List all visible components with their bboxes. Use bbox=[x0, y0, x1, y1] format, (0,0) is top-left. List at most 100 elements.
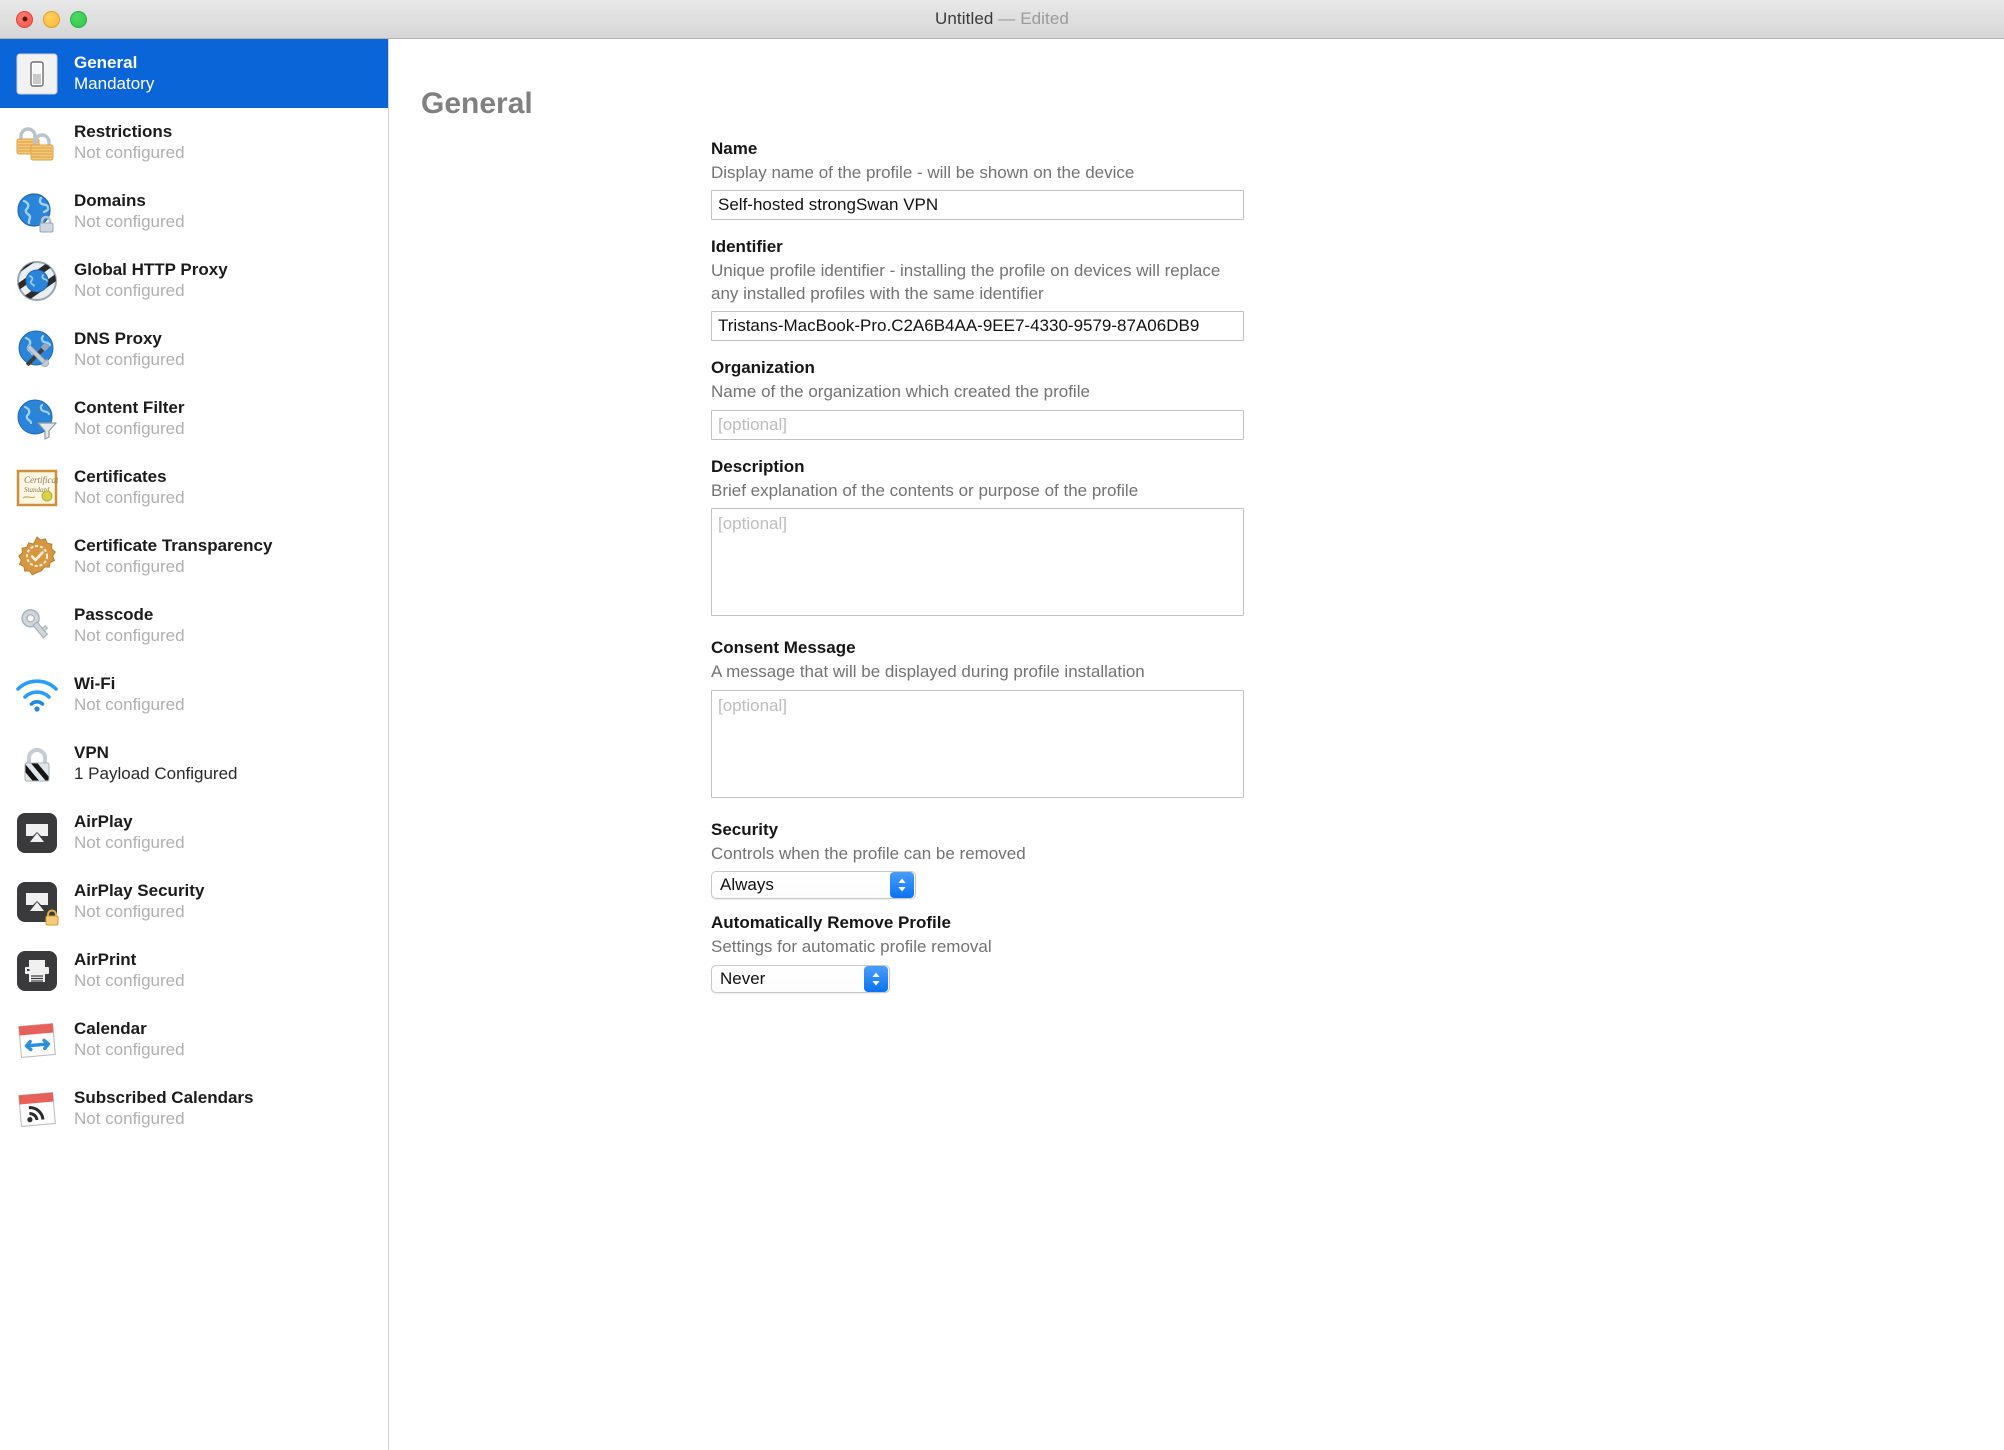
window-title: Untitled — Edited bbox=[0, 9, 2004, 29]
sidebar-item-text: AirPrint Not configured bbox=[74, 950, 185, 991]
globe-lock-icon bbox=[14, 189, 60, 235]
sidebar-item-status: Not configured bbox=[74, 694, 185, 714]
calendar-rss-icon bbox=[14, 1086, 60, 1132]
security-help: Controls when the profile can be removed bbox=[711, 843, 1026, 863]
auto-remove-help: Settings for automatic profile removal bbox=[711, 937, 992, 957]
field-auto-remove-profile: Automatically Remove Profile Settings fo… bbox=[711, 913, 1245, 993]
sidebar-item-status: Not configured bbox=[74, 1108, 185, 1128]
sidebar-item-status: Not configured bbox=[74, 556, 185, 576]
sidebar-item-status: Mandatory bbox=[74, 73, 155, 93]
sidebar-item-label: Global HTTP Proxy bbox=[74, 259, 228, 279]
sidebar-item-dns-proxy[interactable]: DNS Proxy Not configured bbox=[0, 315, 388, 384]
organization-input[interactable]: [optional] bbox=[711, 409, 1244, 440]
description-label: Description bbox=[711, 456, 805, 476]
sidebar-item-text: VPN 1 Payload Configured bbox=[74, 743, 238, 784]
sidebar-item-label: Certificates bbox=[74, 466, 167, 486]
globe-tools-icon bbox=[14, 327, 60, 373]
certificate-icon: Certificate Standard bbox=[14, 465, 60, 511]
sidebar-item-global-http-proxy[interactable]: Global HTTP Proxy Not configured bbox=[0, 246, 388, 315]
sidebar-item-label: Subscribed Calendars bbox=[74, 1087, 254, 1107]
general-panel: General Name Display name of the profile… bbox=[389, 39, 2004, 1450]
sidebar-item-text: Calendar Not configured bbox=[74, 1019, 185, 1060]
airprint-icon bbox=[14, 948, 60, 994]
wifi-icon bbox=[14, 672, 60, 718]
sidebar-item-certificate-transparency[interactable]: Certificate Transparency Not configured bbox=[0, 522, 388, 591]
sidebar-item-text: Certificates Not configured bbox=[74, 467, 185, 508]
sidebar-item-status: Not configured bbox=[74, 487, 185, 507]
globe-funnel-icon bbox=[14, 396, 60, 442]
identifier-label: Identifier bbox=[711, 237, 783, 257]
chevron-up-down-icon bbox=[890, 872, 914, 899]
consent-message-textarea[interactable]: [optional] bbox=[711, 689, 1244, 798]
sidebar-item-text: Subscribed Calendars Not configured bbox=[74, 1088, 254, 1129]
sidebar-item-text: Domains Not configured bbox=[74, 191, 185, 232]
sidebar-item-label: AirPlay bbox=[74, 811, 133, 831]
sidebar-item-status: Not configured bbox=[74, 1039, 185, 1059]
airplay-lock-icon bbox=[14, 879, 60, 925]
sidebar-item-domains[interactable]: Domains Not configured bbox=[0, 177, 388, 246]
window-title-separator: — bbox=[993, 9, 1021, 28]
sidebar-item-text: Wi-Fi Not configured bbox=[74, 674, 185, 715]
sidebar-item-label: Calendar bbox=[74, 1018, 147, 1038]
sidebar-item-calendar[interactable]: Calendar Not configured bbox=[0, 1005, 388, 1074]
sidebar-item-vpn[interactable]: VPN 1 Payload Configured bbox=[0, 729, 388, 798]
auto-remove-dropdown[interactable]: Never bbox=[711, 964, 890, 993]
sidebar-item-status: Not configured bbox=[74, 832, 185, 852]
sidebar-item-label: DNS Proxy bbox=[74, 328, 162, 348]
sidebar-item-label: Passcode bbox=[74, 604, 154, 624]
sidebar-item-text: General Mandatory bbox=[74, 53, 154, 94]
page-title: General bbox=[421, 87, 533, 120]
sidebar-item-airplay-security[interactable]: AirPlay Security Not configured bbox=[0, 867, 388, 936]
sidebar-item-airprint[interactable]: AirPrint Not configured bbox=[0, 936, 388, 1005]
sidebar-item-text: Passcode Not configured bbox=[74, 605, 185, 646]
description-help: Brief explanation of the contents or pur… bbox=[711, 480, 1139, 500]
security-dropdown-value: Always bbox=[720, 875, 774, 895]
name-label: Name bbox=[711, 139, 758, 158]
sidebar-item-label: Wi-Fi bbox=[74, 673, 116, 693]
sidebar-item-text: AirPlay Not configured bbox=[74, 812, 185, 853]
sidebar-item-text: Restrictions Not configured bbox=[74, 122, 185, 163]
certificate-badge-icon bbox=[14, 534, 60, 580]
sidebar-item-restrictions[interactable]: Restrictions Not configured bbox=[0, 108, 388, 177]
sidebar-item-text: Certificate Transparency Not configured bbox=[74, 536, 272, 577]
sidebar-item-text: Global HTTP Proxy Not configured bbox=[74, 260, 228, 301]
sidebar-item-label: VPN bbox=[74, 742, 109, 762]
sidebar-item-passcode[interactable]: Passcode Not configured bbox=[0, 591, 388, 660]
sidebar-item-text: AirPlay Security Not configured bbox=[74, 881, 204, 922]
sidebar-item-content-filter[interactable]: Content Filter Not configured bbox=[0, 384, 388, 453]
window-titlebar: Untitled — Edited bbox=[0, 0, 2004, 39]
auto-remove-dropdown-value: Never bbox=[720, 968, 766, 988]
sidebar-item-text: Content Filter Not configured bbox=[74, 398, 185, 439]
sidebar-item-airplay[interactable]: AirPlay Not configured bbox=[0, 798, 388, 867]
security-dropdown[interactable]: Always bbox=[711, 871, 916, 900]
key-icon bbox=[14, 603, 60, 649]
consent-message-label: Consent Message bbox=[711, 638, 856, 658]
field-name: Name Display name of the profile - will … bbox=[711, 139, 1245, 221]
calendar-icon bbox=[14, 1017, 60, 1063]
payload-sidebar[interactable]: General Mandatory Restrictions Not confi… bbox=[0, 39, 389, 1450]
sidebar-item-status: Not configured bbox=[74, 418, 185, 438]
identifier-input[interactable]: Tristans-MacBook-Pro.C2A6B4AA-9EE7-4330-… bbox=[711, 311, 1244, 342]
security-label: Security bbox=[711, 819, 779, 839]
sidebar-item-status: Not configured bbox=[74, 280, 185, 300]
sidebar-item-label: General bbox=[74, 52, 138, 72]
name-input[interactable]: Self-hosted strongSwan VPN bbox=[711, 190, 1244, 221]
sidebar-item-wifi[interactable]: Wi-Fi Not configured bbox=[0, 660, 388, 729]
description-textarea[interactable]: [optional] bbox=[711, 508, 1244, 617]
sidebar-item-status: Not configured bbox=[74, 142, 185, 162]
sidebar-item-general[interactable]: General Mandatory bbox=[0, 39, 388, 108]
toggle-switch-icon bbox=[14, 51, 60, 97]
globe-proxy-icon bbox=[14, 258, 60, 304]
profile-editor-window: Untitled — Edited General Mandatory Rest… bbox=[0, 0, 2004, 1450]
sidebar-item-subscribed-calendars[interactable]: Subscribed Calendars Not configured bbox=[0, 1074, 388, 1143]
sidebar-item-text: DNS Proxy Not configured bbox=[74, 329, 185, 370]
field-consent-message: Consent Message A message that will be d… bbox=[711, 638, 1245, 798]
organization-label: Organization bbox=[711, 358, 815, 378]
sidebar-item-certificates[interactable]: Certificate Standard Certificates Not co… bbox=[0, 453, 388, 522]
sidebar-item-label: Domains bbox=[74, 190, 146, 210]
sidebar-item-label: Certificate Transparency bbox=[74, 535, 273, 555]
sidebar-item-label: Restrictions bbox=[74, 121, 173, 141]
field-security: Security Controls when the profile can b… bbox=[711, 819, 1245, 900]
airplay-icon bbox=[14, 810, 60, 856]
sidebar-item-status: Not configured bbox=[74, 211, 185, 231]
